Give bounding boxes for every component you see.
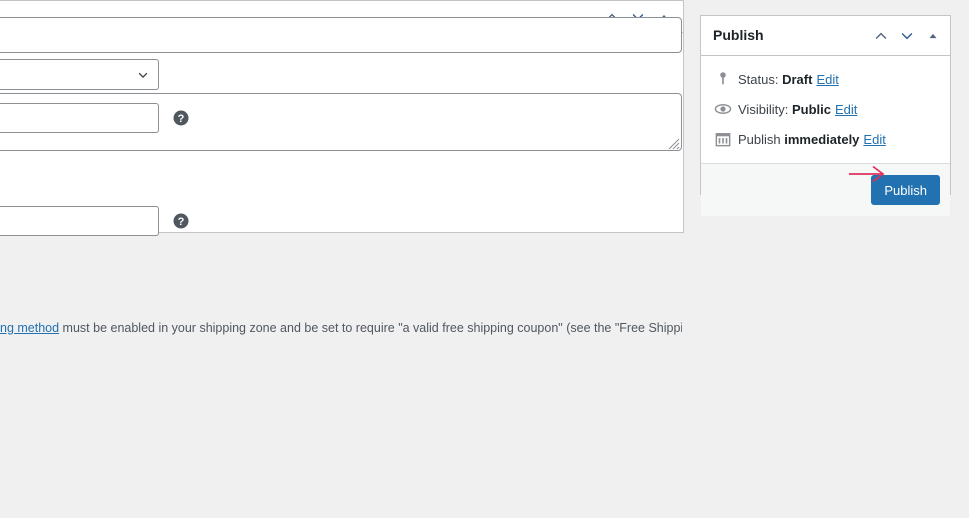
calendar-icon — [713, 129, 733, 149]
eye-icon — [713, 99, 733, 119]
post-visibility-value: Public — [791, 101, 831, 117]
free-shipping-input[interactable] — [0, 206, 159, 236]
coupon-data-metabox: ? ? — [0, 0, 684, 236]
help-icon[interactable]: ? — [173, 213, 189, 229]
post-status-label: Status: Draft Edit — [738, 72, 839, 87]
move-down-button[interactable] — [894, 18, 920, 54]
free-shipping-note: ng method must be enabled in your shippi… — [0, 319, 682, 337]
post-status-value: Draft — [782, 71, 813, 87]
post-visibility-prefix: Visibility: — [738, 101, 789, 117]
publish-metabox-header: Publish — [701, 16, 950, 56]
publish-button[interactable]: Publish — [871, 175, 940, 205]
discount-type-row — [0, 59, 159, 90]
coupon-amount-row: ? — [0, 103, 189, 133]
move-up-button[interactable] — [868, 18, 894, 54]
edit-visibility-link[interactable]: Edit — [835, 102, 857, 117]
shipping-method-link[interactable]: ng method — [0, 321, 59, 335]
discount-type-select-wrapper — [0, 59, 159, 90]
misc-publishing-actions: Status: Draft Edit Visibility: Public Edit — [701, 56, 950, 164]
publish-metabox: Publish Status: Draft Edit Visibility: P… — [700, 15, 951, 216]
toggle-panel-button[interactable] — [920, 18, 946, 54]
chevron-up-icon — [875, 32, 887, 39]
svg-text:?: ? — [178, 113, 185, 125]
post-status-row: Status: Draft Edit — [701, 64, 950, 94]
svg-text:?: ? — [178, 216, 185, 228]
post-visibility-label: Visibility: Public Edit — [738, 102, 857, 117]
major-publishing-actions: Publish — [701, 164, 950, 216]
free-shipping-row: ? — [0, 206, 189, 236]
post-schedule-prefix: Publish — [738, 131, 781, 147]
post-schedule-label: Publish immediately Edit — [738, 132, 886, 147]
wordpress-admin-editor-screen: ? ? ng method must be enabled in your sh… — [0, 0, 969, 518]
publish-handle-actions — [868, 18, 946, 54]
chevron-down-icon — [901, 32, 913, 39]
post-schedule-row: Publish immediately Edit — [701, 124, 950, 154]
free-shipping-note-text: must be enabled in your shipping zone an… — [59, 321, 682, 335]
post-visibility-row: Visibility: Public Edit — [701, 94, 950, 124]
post-schedule-value: immediately — [784, 131, 860, 147]
coupon-data-panel-body: ? ? — [0, 33, 683, 236]
post-status-prefix: Status: — [738, 71, 779, 87]
editor-main-column: ? ? ng method must be enabled in your sh… — [0, 0, 684, 518]
publish-metabox-title: Publish — [713, 26, 764, 43]
edit-status-link[interactable]: Edit — [816, 72, 838, 87]
help-icon[interactable]: ? — [173, 110, 189, 126]
coupon-amount-input[interactable] — [0, 103, 159, 133]
edit-schedule-link[interactable]: Edit — [863, 132, 885, 147]
post-status-icon — [713, 69, 733, 89]
discount-type-select[interactable] — [0, 59, 159, 90]
triangle-up-icon — [929, 33, 937, 38]
